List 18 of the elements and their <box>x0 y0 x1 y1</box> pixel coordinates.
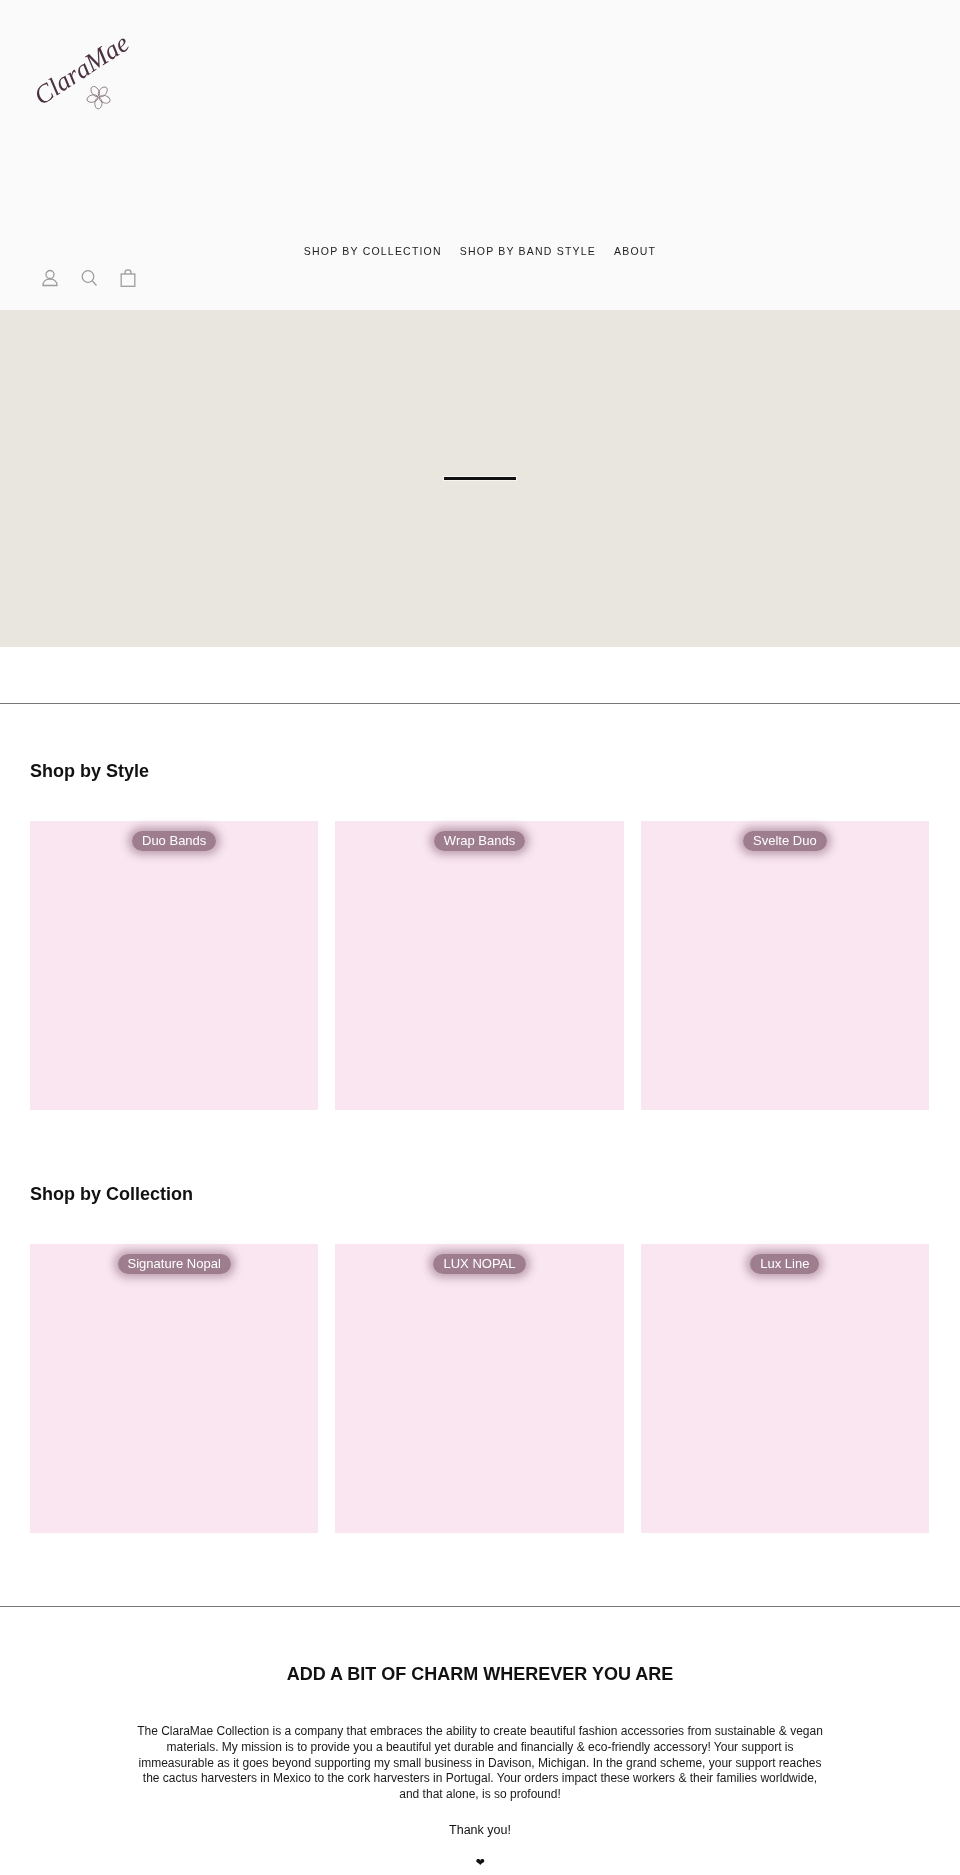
collection-card[interactable]: Wrap Bands <box>335 821 624 1110</box>
shopping-bag-icon[interactable] <box>120 269 136 287</box>
collection-card[interactable]: Signature Nopal <box>30 1244 319 1533</box>
about-paragraph: The ClaraMae Collection is a company that embraces the ability to create beautiful fashion accessories from sustainable & vegan materials. My mission is to provide you a beautiful yet durable and financially & eco-friendly accessory! Your support is immeasurable as it goes beyond supporting my small business in Davison, Michigan. In the grand scheme, your support reaches the cactus harvesters in Mexico to the cork harvesters in Portugal. Your orders impact these workers & their families worldwide, and that alone, is so profound! <box>137 1724 823 1803</box>
account-icon[interactable] <box>42 269 58 287</box>
nav-link[interactable]: SHOP BY COLLECTION <box>303 243 442 259</box>
nav-link[interactable]: SHOP BY BAND STYLE <box>459 243 596 259</box>
about-heading: ADD A BIT OF CHARM WHEREVER YOU ARE <box>286 1663 674 1686</box>
section-heading: Shop by Style <box>30 760 150 783</box>
collection-card[interactable]: Svelte Duo <box>640 821 929 1110</box>
search-icon[interactable] <box>81 269 97 287</box>
collection-card[interactable]: Duo Bands <box>30 821 319 1110</box>
collection-card[interactable]: Lux Line <box>640 1244 929 1533</box>
thank-you-text: Thank you! <box>449 1822 511 1838</box>
section-heading: Shop by Collection <box>30 1183 193 1206</box>
heart-icon: ❤ <box>474 1856 486 1870</box>
nav-link[interactable]: ABOUT <box>613 243 657 259</box>
collection-card[interactable]: LUX NOPAL <box>335 1244 624 1533</box>
